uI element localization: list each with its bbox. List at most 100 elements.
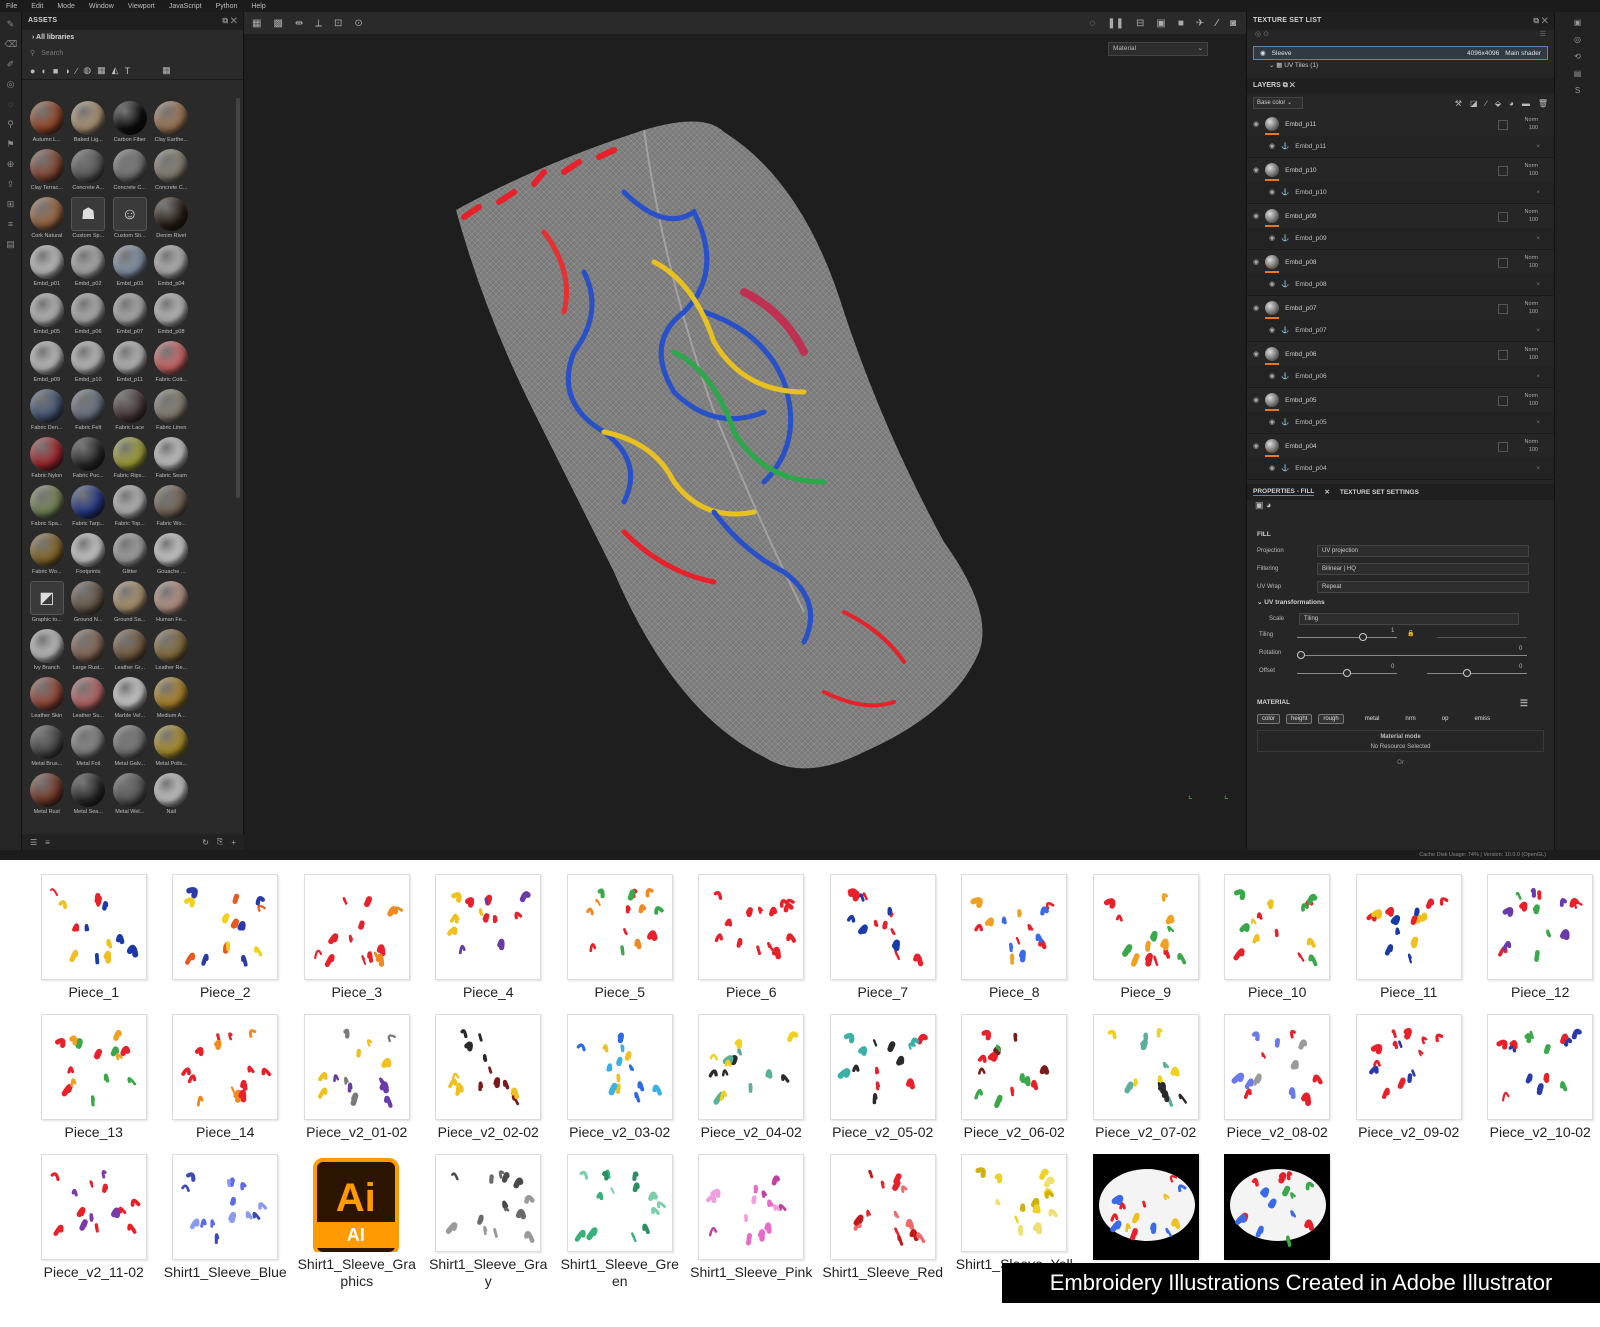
layer-mask-slot[interactable] — [1498, 258, 1508, 268]
asset-item[interactable]: Clay Earthe... — [151, 98, 193, 144]
asset-item[interactable]: Baked Lig... — [68, 98, 110, 144]
file-item[interactable]: Piece_v2_10-02 — [1475, 1014, 1600, 1150]
layer-mask-slot[interactable] — [1498, 212, 1508, 222]
asset-item[interactable]: Nail — [151, 770, 193, 816]
asset-item[interactable]: Fabric Wo... — [26, 530, 68, 576]
layer-row[interactable]: ◉ Embd_p04 ◉ ⚓ Embd_p04 × Norm 100 — [1247, 434, 1554, 480]
asset-item[interactable]: Concrete C... — [151, 146, 193, 192]
layer-anchor-row[interactable]: ◉ ⚓ Embd_p05 × — [1247, 412, 1554, 432]
offset-x-knob[interactable] — [1343, 669, 1351, 677]
asset-item[interactable]: Metal Foil — [68, 722, 110, 768]
asset-item[interactable]: Fabric Wo... — [151, 482, 193, 528]
library-selector[interactable]: › All libraries — [22, 30, 243, 46]
panel-window-buttons[interactable]: ⧉ ✕ — [1283, 82, 1295, 89]
asset-item[interactable]: Metal Brus... — [26, 722, 68, 768]
bake-icon[interactable]: ⊕ — [5, 158, 17, 170]
menu-item-file[interactable]: File — [6, 3, 17, 10]
lock-icon[interactable]: 🔒 — [1407, 630, 1414, 637]
add-fill-layer-icon[interactable]: ⬙ — [1495, 99, 1501, 108]
asset-item[interactable]: Embd_p07 — [109, 290, 151, 336]
asset-item[interactable]: ☺ Custom Sti... — [109, 194, 151, 240]
file-item[interactable]: Piece_1 — [28, 874, 160, 1010]
grid-view-icon[interactable]: ▦ — [162, 65, 171, 76]
channel-button-metal[interactable]: metal — [1360, 714, 1385, 724]
add-paint-layer-icon[interactable]: ∕ — [1486, 99, 1487, 108]
file-item[interactable]: Piece_v2_09-02 — [1343, 1014, 1475, 1150]
asset-item[interactable]: Embd_p03 — [109, 242, 151, 288]
fonts-filter-icon[interactable]: T — [125, 66, 131, 76]
asset-item[interactable]: Fabric Spa... — [26, 482, 68, 528]
asset-item[interactable]: Concrete A... — [68, 146, 110, 192]
file-item[interactable]: Piece_8 — [949, 874, 1081, 1010]
paint-brush-icon[interactable]: ✎ — [5, 18, 17, 30]
add-icon[interactable]: + — [231, 838, 236, 847]
file-item[interactable]: Piece_v2_03-02 — [554, 1014, 686, 1150]
history-dock-icon[interactable]: ⟲ — [1573, 52, 1583, 61]
layer-row[interactable]: ◉ Embd_p08 ◉ ⚓ Embd_p08 × Norm 100 — [1247, 250, 1554, 296]
file-item[interactable]: Ai AI Shirt1_Sleeve_Graphics — [291, 1154, 423, 1290]
layer-anchor-row[interactable]: ◉ ⚓ Embd_p06 × — [1247, 366, 1554, 386]
asset-item[interactable]: Glitter — [109, 530, 151, 576]
layer-mask-slot[interactable] — [1498, 304, 1508, 314]
asset-item[interactable]: Embd_p02 — [68, 242, 110, 288]
layer-anchor-row[interactable]: ◉ ⚓ Embd_p07 × — [1247, 320, 1554, 340]
asset-item[interactable]: Clay Terrac... — [26, 146, 68, 192]
file-item[interactable]: Piece_7 — [817, 874, 949, 1010]
close-icon[interactable]: × — [1536, 235, 1540, 242]
textures-filter-icon[interactable]: ▦ — [97, 65, 106, 76]
log-icon[interactable]: ▤ — [1573, 69, 1583, 78]
eye-icon[interactable]: ◉ — [1253, 212, 1259, 220]
tab-texture-set-settings[interactable]: TEXTURE SET SETTINGS — [1340, 489, 1419, 496]
eye-icon[interactable]: ◉ — [1269, 188, 1275, 196]
eye-icon[interactable]: ◉ — [1253, 396, 1259, 404]
display-settings-icon[interactable]: ▣ — [1573, 18, 1583, 27]
file-item[interactable]: Piece_v2_08-02 — [1212, 1014, 1344, 1150]
asset-item[interactable]: Leather Su... — [68, 674, 110, 720]
asset-item[interactable]: Gouache ... — [151, 530, 193, 576]
layer-blend[interactable]: Norm 100 — [1525, 208, 1538, 224]
file-item[interactable]: Shirt1_Sleeve_Green — [554, 1154, 686, 1290]
asset-item[interactable]: Denim Rivet — [151, 194, 193, 240]
asset-item[interactable]: Embd_p08 — [151, 290, 193, 336]
uv-tiles-row[interactable]: ⌄ ▦ UV Tiles (1) — [1247, 60, 1554, 72]
materials-filter-icon[interactable]: ● — [30, 66, 35, 76]
rotation-slider[interactable]: Rotation 0 — [1259, 646, 1554, 664]
asset-item[interactable]: Concrete C... — [109, 146, 151, 192]
offset-slider[interactable]: Offset 0 0 — [1259, 664, 1554, 682]
eye-icon[interactable]: ◉ — [1253, 120, 1259, 128]
layer-row[interactable]: ◉ Embd_p05 ◉ ⚓ Embd_p05 × Norm 100 — [1247, 388, 1554, 434]
file-item[interactable]: Shirt1_Sleeve_Pink — [686, 1154, 818, 1290]
shader-settings-icon[interactable]: ◎ — [1573, 35, 1583, 44]
eye-icon[interactable]: ◉ — [1269, 234, 1275, 242]
file-item[interactable]: Piece_11 — [1343, 874, 1475, 1010]
layer-blend[interactable]: Norm 100 — [1525, 300, 1538, 316]
file-item[interactable]: Piece_v2_04-02 — [686, 1014, 818, 1150]
projection-icon[interactable]: ✐ — [5, 58, 17, 70]
layer-blend[interactable]: Norm 100 — [1525, 346, 1538, 362]
eye-icon[interactable]: ◉ — [1253, 350, 1259, 358]
asset-item[interactable]: Leather Skin — [26, 674, 68, 720]
asset-item[interactable]: Ground N... — [68, 578, 110, 624]
3d-viewport[interactable]: ▦ ▩ ⇹ ⟂ ⊡ ⊙ ◌ ❚❚ ⊟ ▣ ■ ✈ ∕ ◙ Material ⌄ — [244, 12, 1246, 850]
material-mode-box[interactable]: Material mode No Resource Selected — [1257, 730, 1544, 752]
asset-item[interactable]: Metal Wel... — [109, 770, 151, 816]
file-item[interactable]: Piece_v2_01-02 — [291, 1014, 423, 1150]
file-item[interactable]: Piece_2 — [160, 874, 292, 1010]
asset-item[interactable]: Fabric Seam — [151, 434, 193, 480]
masks-filter-icon[interactable]: ■ — [53, 66, 58, 76]
projection-select[interactable]: UV projection — [1317, 545, 1529, 557]
file-item[interactable]: Shirt1_Sleeve_Red — [817, 1154, 949, 1290]
asset-item[interactable]: Fabric Top... — [109, 482, 151, 528]
material-ball-icon[interactable]: ◕ — [1266, 500, 1271, 510]
asset-item[interactable]: Cork Natural — [26, 194, 68, 240]
asset-item[interactable]: Fabric Linen — [151, 386, 193, 432]
eye-icon[interactable]: ◉ — [1269, 326, 1275, 334]
asset-item[interactable]: Human Fe... — [151, 578, 193, 624]
file-item[interactable]: Piece_v2_11-02 — [28, 1154, 160, 1290]
layer-row[interactable]: ◉ Embd_p07 ◉ ⚓ Embd_p07 × Norm 100 — [1247, 296, 1554, 342]
asset-item[interactable]: Fabric Felt — [68, 386, 110, 432]
channel-button-op[interactable]: op — [1437, 714, 1454, 724]
rotation-knob[interactable] — [1297, 651, 1305, 659]
asset-item[interactable]: Embd_p01 — [26, 242, 68, 288]
asset-item[interactable]: Embd_p06 — [68, 290, 110, 336]
